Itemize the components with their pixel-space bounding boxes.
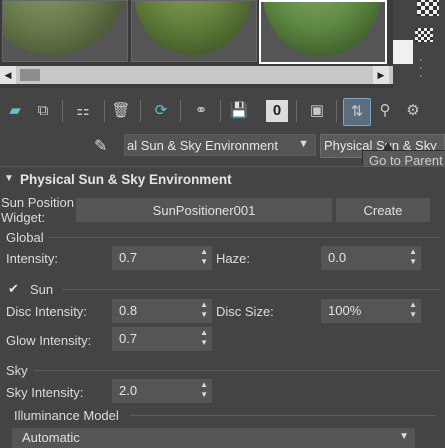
illuminance-model-label: Illuminance Model <box>14 408 119 423</box>
disc-size-label: Disc Size: <box>216 304 274 319</box>
glow-intensity-value: 0.7 <box>119 331 138 346</box>
spinner-arrows-icon[interactable]: ▲ ▼ <box>200 328 208 348</box>
slot-side-tools: · · · <box>393 0 445 88</box>
disc-size-spinner[interactable]: 100% ▲ ▼ <box>321 299 421 323</box>
glow-intensity-spinner[interactable]: 0.7 ▲ ▼ <box>112 327 212 351</box>
intensity-value: 0.7 <box>119 250 138 265</box>
material-name-value: al Sun & Sky Environment <box>127 138 279 153</box>
glow-intensity-label: Glow Intensity: <box>6 333 92 348</box>
sky-intensity-value: 2.0 <box>119 383 138 398</box>
haze-value: 0.0 <box>328 250 347 265</box>
disc-intensity-value: 0.8 <box>119 303 138 318</box>
make-unique-icon[interactable]: ⟳ <box>148 98 174 124</box>
haze-spinner[interactable]: 0.0 ▲ ▼ <box>321 246 421 270</box>
save-icon[interactable]: 💾 <box>226 98 252 124</box>
tooltip-pointer <box>383 142 393 150</box>
video-check-icon[interactable]: · · · <box>419 55 433 82</box>
collapse-icon: ▼ <box>4 173 14 184</box>
material-slot-1[interactable] <box>2 0 128 62</box>
sun-positioner-button[interactable]: SunPositioner001 <box>76 198 332 222</box>
sun-group-label: Sun <box>30 282 54 297</box>
spinner-arrows-icon[interactable]: ▲ ▼ <box>409 300 417 320</box>
illuminance-model-dropdown[interactable]: Automatic ▼ <box>12 428 415 448</box>
sun-checkbox[interactable]: ✔ <box>8 282 22 296</box>
material-name-dropdown[interactable]: al Sun & Sky Environment ▼ <box>124 134 316 156</box>
material-sphere <box>3 1 123 55</box>
show-shaded-icon[interactable]: ▣ <box>304 98 330 124</box>
material-slot-2[interactable] <box>131 0 257 62</box>
sun-position-label: Sun Position Widget: <box>1 195 74 225</box>
spinner-arrows-icon[interactable]: ▲ ▼ <box>409 247 417 267</box>
global-group-label: Global <box>6 230 44 245</box>
put-to-library-icon[interactable]: ⚭ <box>188 98 214 124</box>
chevron-down-icon: ▼ <box>399 431 409 442</box>
assign-to-selection-icon[interactable]: ⚏ <box>70 98 96 124</box>
rollout-header[interactable]: ▼ Physical Sun & Sky Environment <box>0 170 445 192</box>
get-material-icon[interactable]: ▰ <box>2 98 28 124</box>
go-forward-icon[interactable]: ⚲ <box>372 98 398 124</box>
material-id-channel-icon[interactable]: 0 <box>266 100 288 122</box>
scroll-left-icon[interactable]: ◀ <box>0 66 16 84</box>
disc-intensity-label: Disc Intensity: <box>6 304 87 319</box>
material-sphere <box>263 2 381 56</box>
haze-label: Haze: <box>216 251 250 266</box>
chevron-down-icon: ▼ <box>298 138 309 150</box>
sample-type-icon[interactable] <box>417 0 439 16</box>
put-to-scene-icon[interactable]: ⧉ <box>30 98 56 124</box>
eyedropper-icon[interactable]: ✎ <box>94 136 116 156</box>
go-to-parent-icon[interactable]: ⇅ <box>343 98 371 126</box>
spinner-arrows-icon[interactable]: ▲ ▼ <box>200 247 208 267</box>
scroll-right-icon[interactable]: ▶ <box>373 66 389 84</box>
material-sphere <box>134 1 252 55</box>
rollout-title: Physical Sun & Sky Environment <box>20 172 232 187</box>
intensity-spinner[interactable]: 0.7 ▲ ▼ <box>112 246 212 270</box>
create-button[interactable]: Create <box>336 198 430 222</box>
slots-scrollbar[interactable]: ◀ ▶ <box>0 66 393 84</box>
disc-size-value: 100% <box>328 303 362 318</box>
select-by-material-icon[interactable]: ⚙ <box>400 98 426 124</box>
intensity-label: Intensity: <box>6 251 59 266</box>
material-slot-3[interactable] <box>259 0 387 64</box>
spinner-arrows-icon[interactable]: ▲ ▼ <box>200 380 208 400</box>
delete-icon[interactable]: 🗑 <box>108 98 134 124</box>
background-icon[interactable] <box>393 40 413 64</box>
backlight-icon[interactable] <box>415 28 433 42</box>
scroll-thumb[interactable] <box>20 69 40 81</box>
material-editor-toolbar: ▰ ⧉ ⚏ 🗑 ⟳ ⚭ 💾 0 ▣ ⇅ ⚲ ⚙ <box>0 94 445 130</box>
sky-intensity-label: Sky Intensity: <box>6 385 84 400</box>
disc-intensity-spinner[interactable]: 0.8 ▲ ▼ <box>112 299 212 323</box>
illuminance-model-value: Automatic <box>22 430 80 445</box>
sky-intensity-spinner[interactable]: 2.0 ▲ ▼ <box>112 379 212 403</box>
sky-group-label: Sky <box>6 363 28 378</box>
spinner-arrows-icon[interactable]: ▲ ▼ <box>200 300 208 320</box>
